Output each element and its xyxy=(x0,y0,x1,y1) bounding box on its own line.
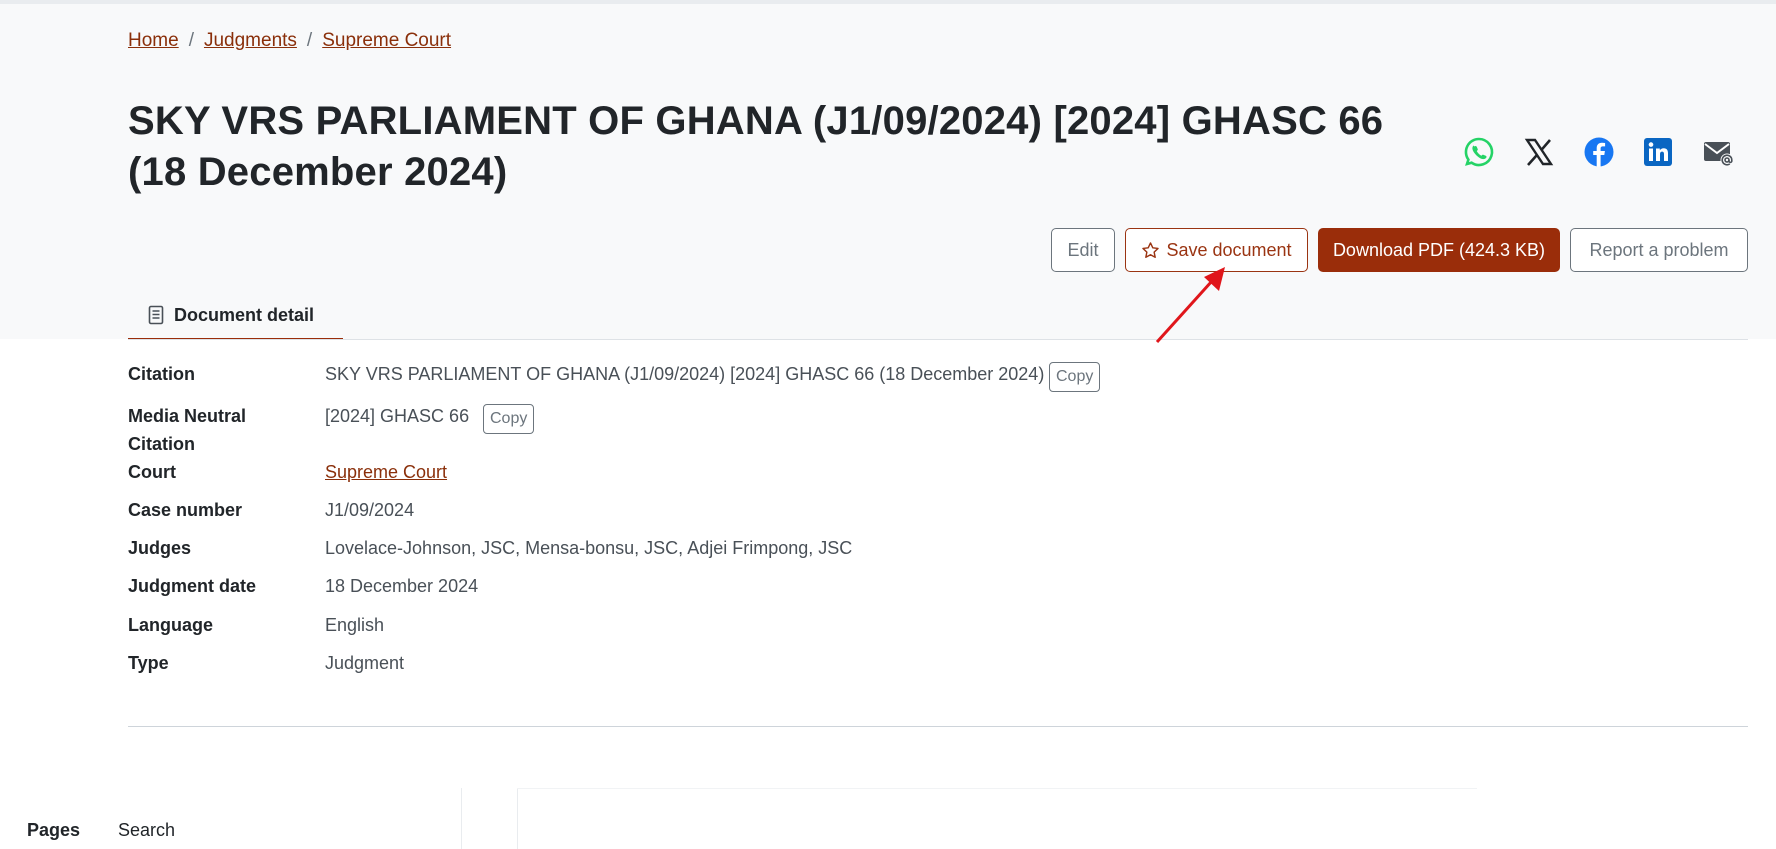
x-share-button[interactable] xyxy=(1523,136,1555,168)
breadcrumb-court[interactable]: Supreme Court xyxy=(322,30,451,51)
document-header: Home / Judgments / Supreme Court SKY VRS PAR… xyxy=(0,4,1776,340)
linkedin-share-button[interactable] xyxy=(1642,136,1674,168)
tab-search[interactable]: Search xyxy=(118,820,175,841)
star-icon xyxy=(1142,241,1160,258)
section-divider xyxy=(128,726,1748,727)
language-label: Language xyxy=(128,615,214,635)
edit-button[interactable]: Edit xyxy=(1051,228,1115,272)
save-document-label: Save document xyxy=(1166,239,1292,260)
tab-divider xyxy=(128,339,1748,340)
x-icon xyxy=(1524,138,1554,166)
whatsapp-share-button[interactable] xyxy=(1463,136,1495,168)
document-icon xyxy=(148,305,164,325)
breadcrumb: Home / Judgments / Supreme Court xyxy=(128,30,451,52)
court-value: Supreme Court xyxy=(325,458,447,486)
save-document-button[interactable]: Save document xyxy=(1125,228,1308,272)
email-icon xyxy=(1704,142,1734,167)
type-label: Type xyxy=(128,653,169,673)
whatsapp-icon xyxy=(1464,137,1494,167)
tab-document-detail[interactable]: Document detail xyxy=(128,292,343,340)
copy-citation-button[interactable]: Copy xyxy=(1049,362,1101,392)
breadcrumb-judgments[interactable]: Judgments xyxy=(204,30,297,51)
case-number-value: J1/09/2024 xyxy=(325,500,415,520)
page-title: SKY VRS PARLIAMENT OF GHANA (J1/09/2024)… xyxy=(128,99,1384,194)
media-neutral-citation-value: [2024] GHASC 66 xyxy=(325,406,470,426)
panel-divider xyxy=(517,788,1477,789)
court-link[interactable]: Supreme Court xyxy=(325,462,447,482)
tab-pages[interactable]: Pages xyxy=(27,820,80,841)
panel-divider xyxy=(461,788,462,849)
copy-mnc-button[interactable]: Copy xyxy=(483,404,535,434)
breadcrumb-separator: / xyxy=(306,30,313,51)
download-pdf-button[interactable]: Download PDF (424.3 KB) xyxy=(1318,228,1560,272)
panel-divider xyxy=(517,788,518,849)
court-label: Court xyxy=(128,462,176,482)
email-share-button[interactable] xyxy=(1702,136,1734,168)
breadcrumb-home[interactable]: Home xyxy=(128,30,179,51)
judgment-date-label: Judgment date xyxy=(128,576,257,596)
report-problem-button[interactable]: Report a problem xyxy=(1570,228,1748,272)
media-neutral-citation-label: Media Neutral Citation xyxy=(128,402,246,458)
judges-label: Judges xyxy=(128,538,192,558)
case-number-label: Case number xyxy=(128,500,243,520)
mnc-label-line2: Citation xyxy=(128,434,195,454)
linkedin-icon xyxy=(1644,138,1672,166)
judgment-date-value: 18 December 2024 xyxy=(325,576,479,596)
language-value: English xyxy=(325,615,385,635)
mnc-label-line1: Media Neutral xyxy=(128,406,247,426)
judges-value: Lovelace-Johnson, JSC, Mensa-bonsu, JSC,… xyxy=(325,538,853,558)
breadcrumb-separator: / xyxy=(188,30,194,51)
citation-value: SKY VRS PARLIAMENT OF GHANA (J1/09/2024)… xyxy=(325,364,1045,384)
facebook-icon xyxy=(1584,137,1614,167)
facebook-share-button[interactable] xyxy=(1583,136,1615,168)
type-value: Judgment xyxy=(325,653,405,673)
citation-label: Citation xyxy=(128,364,195,384)
tab-label: Document detail xyxy=(174,304,315,325)
